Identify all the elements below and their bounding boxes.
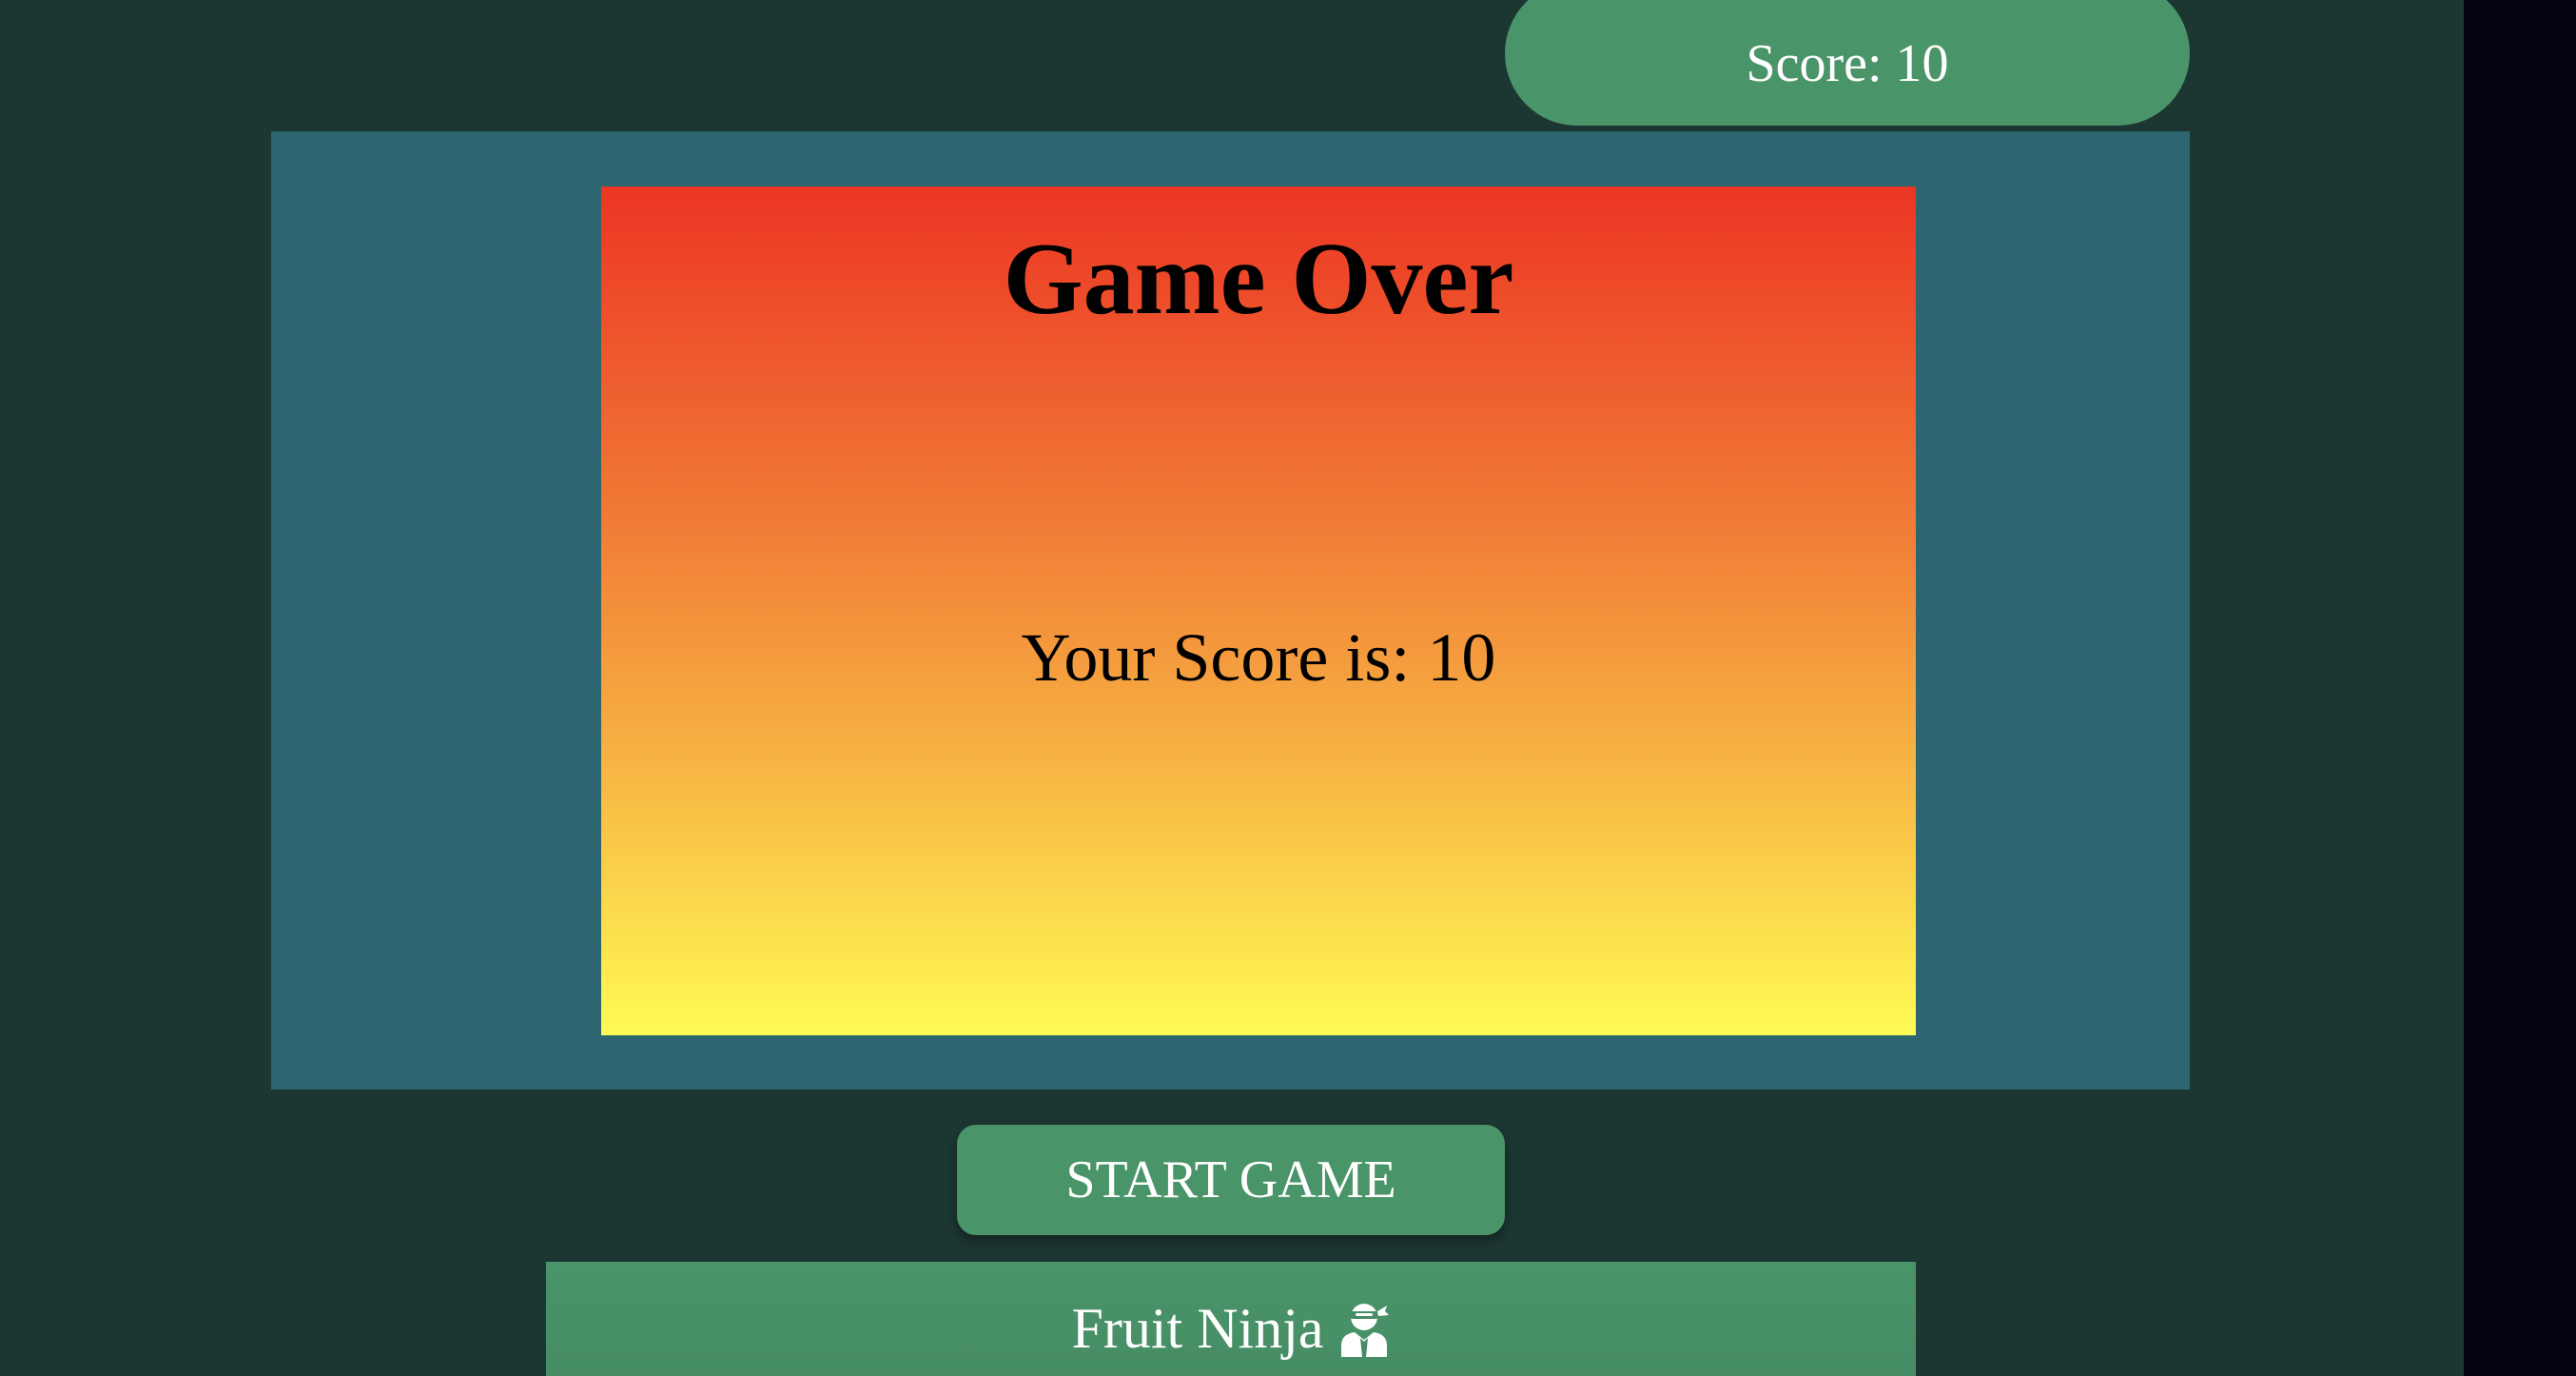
game-screen: Score: 10 Game Over Your Score is: 10 ST… [0, 0, 2576, 1376]
final-score-text: Your Score is: 10 [1021, 619, 1496, 696]
start-game-button[interactable]: START GAME [957, 1125, 1505, 1235]
score-label: Score: 10 [1746, 34, 1949, 93]
score-display: Score: 10 [1505, 0, 2190, 126]
game-over-panel: Game Over Your Score is: 10 [601, 187, 1916, 1035]
footer-title-bar: Fruit Ninja [546, 1262, 1916, 1376]
ninja-icon [1340, 1304, 1389, 1357]
game-board[interactable]: Game Over Your Score is: 10 [271, 131, 2190, 1090]
footer-title: Fruit Ninja [1071, 1296, 1324, 1360]
game-over-title: Game Over [1003, 223, 1514, 336]
side-strip [2464, 0, 2576, 1376]
